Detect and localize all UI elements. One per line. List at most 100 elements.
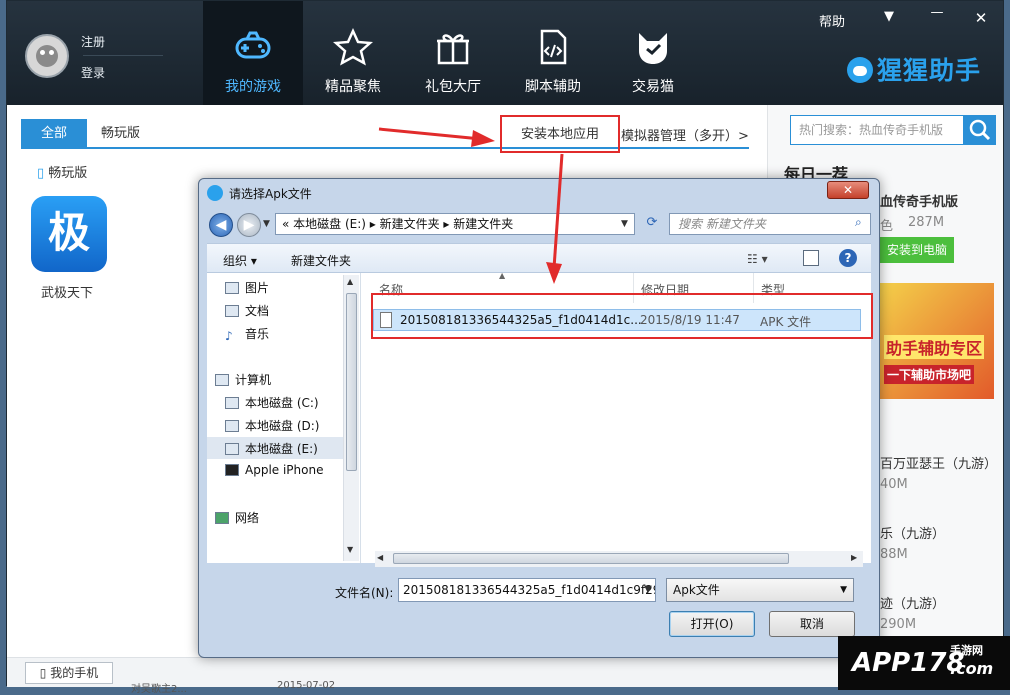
nav-item-label: 本地磁盘 (D:): [245, 419, 320, 433]
nav-item-label: 网络: [235, 511, 260, 525]
phone-icon: ▯: [37, 166, 49, 181]
nav-item-music[interactable]: ♪ 音乐: [225, 325, 270, 343]
documents-icon: [225, 305, 239, 317]
emulator-manage-link[interactable]: 模拟器管理（多开）>: [621, 125, 749, 144]
rec-game-name[interactable]: 血传奇手机版: [880, 191, 958, 210]
red-arrow-icon: [378, 127, 495, 147]
minimize-button[interactable]: —: [927, 5, 947, 20]
preview-pane-icon[interactable]: [803, 250, 819, 266]
install-to-pc-button[interactable]: 安装到电脑: [880, 237, 954, 263]
address-dropdown-icon[interactable]: ▼: [621, 219, 628, 229]
close-button[interactable]: ✕: [971, 9, 991, 27]
watermark-main: APP178: [852, 648, 965, 678]
history-dropdown-icon[interactable]: ▼: [263, 219, 270, 229]
tab-featured-label: 精品聚焦: [325, 79, 381, 95]
brand-logo: 猩猩助手: [847, 51, 981, 87]
address-bar[interactable]: « 本地磁盘 (E:) ▸ 新建文件夹 ▸ 新建文件夹: [275, 213, 635, 235]
scroll-right-icon[interactable]: ▶: [851, 553, 857, 562]
tab-my-games[interactable]: 我的游戏: [203, 1, 303, 105]
refresh-icon[interactable]: ⟳: [641, 215, 663, 235]
help-button[interactable]: 帮助: [819, 11, 845, 30]
nav-item-drive-e[interactable]: 本地磁盘 (E:): [225, 440, 318, 457]
address-bar-row: ◀ ▶ ▼ « 本地磁盘 (E:) ▸ 新建文件夹 ▸ 新建文件夹 ▼ ⟳ 搜索…: [207, 211, 871, 241]
tab-all[interactable]: 全部: [21, 119, 87, 147]
filename-label: 文件名(N):: [335, 586, 394, 600]
scroll-up-icon[interactable]: ▲: [347, 277, 353, 286]
gamepad-icon: [235, 31, 271, 59]
register-link[interactable]: 注册: [81, 33, 105, 50]
open-button[interactable]: 打开(O): [669, 611, 755, 637]
game-name[interactable]: 武极天下: [41, 282, 93, 301]
bg-text: 对吴歌主2...: [131, 684, 187, 695]
forward-arrow-icon[interactable]: ▶: [237, 213, 261, 237]
scroll-thumb[interactable]: [346, 293, 357, 471]
tab-script-helper[interactable]: 脚本辅助: [503, 1, 603, 105]
tab-trade-cat[interactable]: 交易猫: [603, 1, 703, 105]
tab-featured[interactable]: 精品聚焦: [303, 1, 403, 105]
cancel-button[interactable]: 取消: [769, 611, 855, 637]
nav-item-drive-d[interactable]: 本地磁盘 (D:): [225, 417, 319, 434]
tab-changwan[interactable]: 畅玩版: [101, 119, 140, 147]
game-icon[interactable]: 极: [31, 196, 107, 272]
install-local-app-button[interactable]: 安装本地应用: [500, 115, 620, 153]
section-label: 畅玩版: [48, 166, 88, 181]
nav-item-iphone[interactable]: Apple iPhone: [225, 463, 323, 477]
new-folder-button[interactable]: 新建文件夹: [291, 252, 351, 269]
drive-e-icon: [225, 443, 239, 455]
tab-trade-cat-label: 交易猫: [632, 79, 674, 95]
dialog-search-input[interactable]: 搜索 新建文件夹: [669, 213, 871, 235]
nav-item-network[interactable]: 网络: [215, 509, 259, 526]
nav-item-label: 音乐: [245, 327, 270, 341]
tab-script-helper-label: 脚本辅助: [525, 79, 581, 95]
hot-search-input[interactable]: 热门搜索：热血传奇手机版: [790, 115, 964, 145]
navigation-pane: 图片 文档 ♪ 音乐 计算机 本地磁盘 (C:) 本地磁盘 (D:) 本地磁盘 (…: [207, 273, 361, 563]
filename-dropdown-icon[interactable]: ▼: [639, 578, 657, 602]
dialog-toolbar: 组织 ▾ 新建文件夹 ☷ ▾ ?: [207, 243, 871, 273]
avatar[interactable]: [25, 34, 69, 78]
login-link[interactable]: 登录: [81, 64, 105, 81]
search-button[interactable]: [964, 115, 996, 145]
star-icon: [333, 27, 373, 66]
scroll-left-icon[interactable]: ◀: [377, 553, 383, 562]
section-changwan: ▯ 畅玩版: [37, 162, 87, 181]
nav-item-label: 本地磁盘 (C:): [245, 396, 319, 410]
dialog-close-button[interactable]: ✕: [827, 181, 869, 199]
sort-indicator-icon: ▲: [499, 271, 506, 280]
scroll-down-icon[interactable]: ▼: [347, 545, 353, 554]
list-item-name[interactable]: 乐（九游）: [880, 523, 945, 542]
watermark-sub: 手游网: [950, 644, 983, 657]
bg-date: 2015-07-02: [277, 680, 336, 691]
nav-item-label: 计算机: [235, 373, 272, 387]
watermark-domain: .com: [950, 659, 994, 678]
filename-input[interactable]: 201508181336544325a5_f1d0414d1c9f29: [398, 578, 656, 602]
horizontal-scrollbar[interactable]: ◀ ▶: [375, 551, 863, 567]
h-scroll-thumb[interactable]: [393, 553, 789, 564]
filetype-select[interactable]: Apk文件 ▼: [666, 578, 854, 602]
back-arrow-icon[interactable]: ◀: [209, 213, 233, 237]
top-bar: 注册 登录 我的游戏 精品聚焦 礼包大厅 脚本辅助 交易猫 帮助 ▼ — ✕ 猩…: [7, 1, 1003, 105]
computer-icon: [215, 374, 229, 386]
tab-gift-hall[interactable]: 礼包大厅: [403, 1, 503, 105]
app-logo-icon: [207, 185, 223, 201]
nav-item-pictures[interactable]: 图片: [225, 279, 269, 296]
music-icon: ♪: [225, 329, 233, 343]
view-options-icon[interactable]: ☷ ▾: [747, 252, 783, 266]
search-icon[interactable]: ⌕: [855, 215, 862, 230]
script-market-banner[interactable]: 助手辅助专区 一下辅助市场吧: [880, 283, 994, 399]
my-phone-button[interactable]: ▯ 我的手机: [25, 662, 113, 684]
nav-item-label: Apple iPhone: [245, 463, 324, 477]
list-item-name[interactable]: 迹（九游）: [880, 593, 945, 612]
help-icon[interactable]: ?: [839, 249, 857, 267]
nav-item-documents[interactable]: 文档: [225, 302, 269, 319]
my-phone-label: 我的手机: [50, 666, 99, 680]
nav-scrollbar[interactable]: ▲ ▼: [343, 275, 359, 561]
phone-icon: ▯: [39, 666, 51, 680]
iphone-icon: [225, 464, 239, 476]
file-open-dialog: 请选择Apk文件 ✕ ◀ ▶ ▼ « 本地磁盘 (E:) ▸ 新建文件夹 ▸ 新…: [198, 178, 880, 658]
list-item-name[interactable]: 百万亚瑟王（九游）: [880, 453, 997, 472]
nav-item-computer[interactable]: 计算机: [215, 371, 271, 388]
cat-icon: [639, 33, 667, 64]
nav-item-drive-c[interactable]: 本地磁盘 (C:): [225, 394, 319, 411]
menu-dropdown-icon[interactable]: ▼: [877, 9, 901, 24]
organize-button[interactable]: 组织 ▾: [223, 252, 257, 269]
